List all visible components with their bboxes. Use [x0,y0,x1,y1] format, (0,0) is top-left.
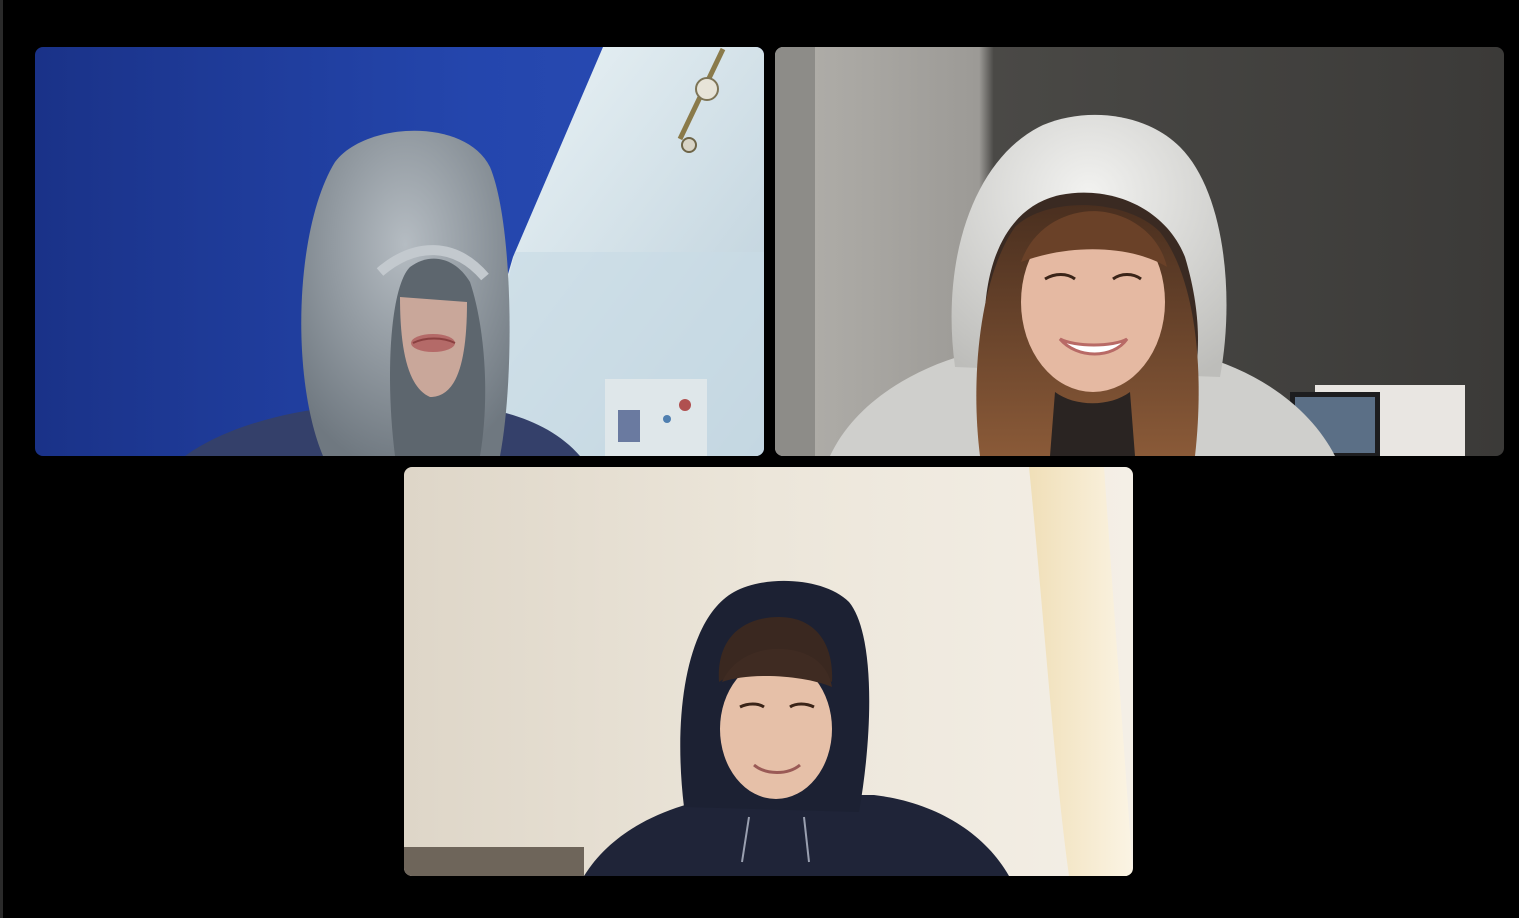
meeting-gallery [0,0,1519,918]
participant-3-video-feed [404,467,1133,876]
window-edge [0,0,3,918]
participant-video-tile-2[interactable] [775,47,1504,456]
participant-1-video-feed [35,47,764,456]
participant-2-video-feed [775,47,1504,456]
participant-video-tile-1[interactable] [35,47,764,456]
participant-video-tile-3[interactable] [404,467,1133,876]
